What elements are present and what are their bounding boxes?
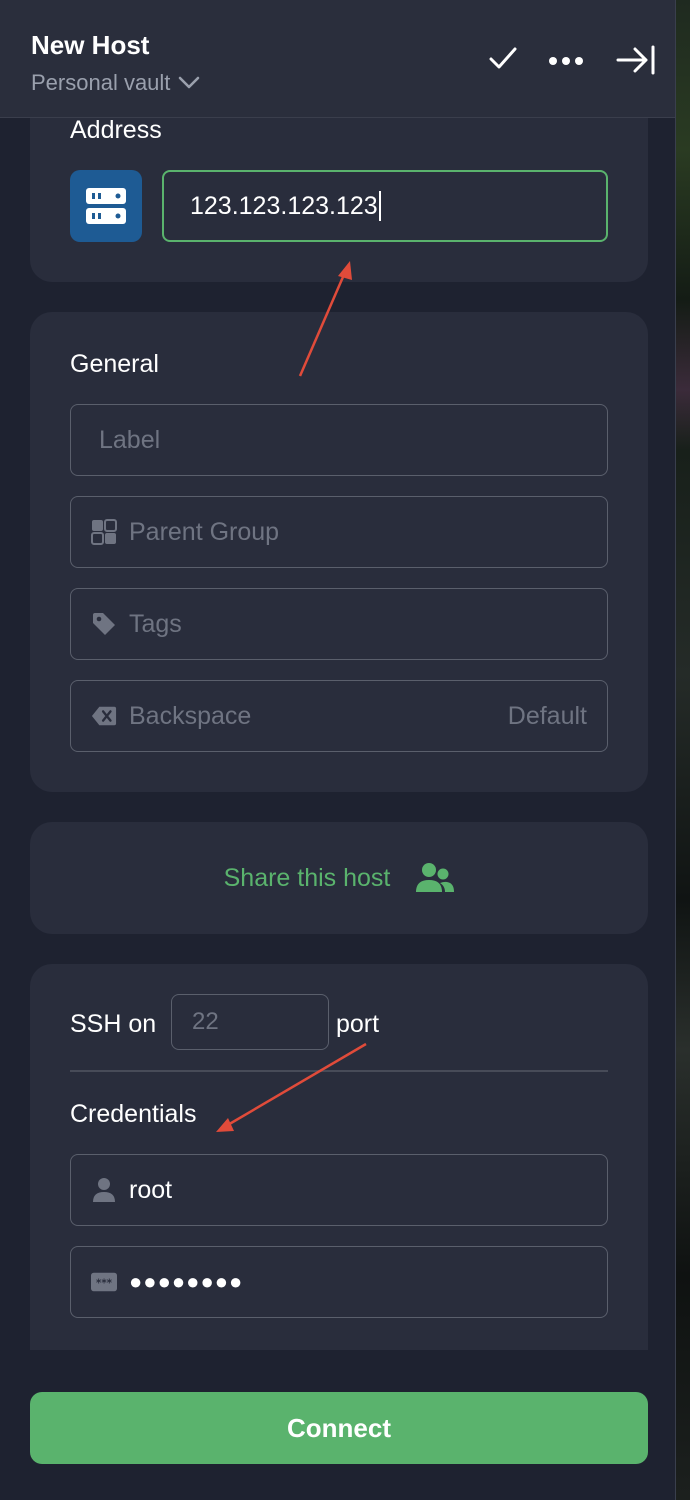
password-field[interactable]: *** ●●●●●●●● <box>70 1246 608 1318</box>
ssh-port-input[interactable]: 22 <box>171 994 329 1050</box>
desktop-background <box>676 0 690 1500</box>
tags-field[interactable]: Tags <box>70 588 608 660</box>
new-host-panel: New Host Personal vault Address 123.123.… <box>0 0 676 1500</box>
password-value: ●●●●●●●● <box>129 1269 244 1294</box>
panel-title: New Host <box>31 30 150 60</box>
backspace-icon <box>91 705 117 727</box>
divider <box>70 1070 608 1072</box>
svg-text:***: *** <box>96 1279 113 1290</box>
connect-button[interactable]: Connect <box>30 1392 648 1464</box>
connect-label: Connect <box>287 1412 391 1443</box>
password-icon: *** <box>91 1272 117 1292</box>
backspace-field[interactable]: Backspace Default <box>70 680 608 752</box>
label-placeholder: Label <box>99 425 161 454</box>
tag-icon <box>91 611 117 637</box>
ssh-suffix: port <box>336 1010 380 1038</box>
general-card: General Label Parent Group Tags Backspac… <box>30 312 648 792</box>
more-options-icon[interactable] <box>548 54 584 72</box>
users-icon <box>416 862 455 894</box>
text-cursor <box>378 191 381 221</box>
label-input[interactable]: Label <box>70 404 608 476</box>
address-label: Address <box>70 116 162 144</box>
backspace-value: Default <box>507 701 587 730</box>
vault-name: Personal vault <box>31 70 171 95</box>
check-icon[interactable] <box>488 44 518 79</box>
server-icon <box>70 170 142 242</box>
username-field[interactable]: root <box>70 1154 608 1226</box>
address-input[interactable]: 123.123.123.123 <box>162 170 608 242</box>
collapse-panel-icon[interactable] <box>616 44 656 81</box>
address-value: 123.123.123.123 <box>190 191 378 220</box>
port-placeholder: 22 <box>192 1008 219 1035</box>
user-icon <box>91 1177 117 1203</box>
tags-placeholder: Tags <box>129 609 182 638</box>
credentials-label: Credentials <box>70 1100 197 1128</box>
parent-group-field[interactable]: Parent Group <box>70 496 608 568</box>
group-icon <box>91 519 117 545</box>
vault-selector[interactable]: Personal vault <box>31 70 200 96</box>
share-host-label: Share this host <box>223 863 391 892</box>
chevron-down-icon <box>178 70 200 96</box>
username-value: root <box>129 1175 173 1204</box>
parent-group-placeholder: Parent Group <box>129 517 280 546</box>
ssh-prefix: SSH on <box>70 1010 157 1038</box>
panel-header: New Host Personal vault <box>0 0 675 118</box>
backspace-label: Backspace <box>129 701 252 730</box>
general-label: General <box>70 350 159 378</box>
share-host-button[interactable]: Share this host <box>30 822 648 934</box>
ssh-card: SSH on 22 port Credentials root *** ●●●●… <box>30 964 648 1350</box>
